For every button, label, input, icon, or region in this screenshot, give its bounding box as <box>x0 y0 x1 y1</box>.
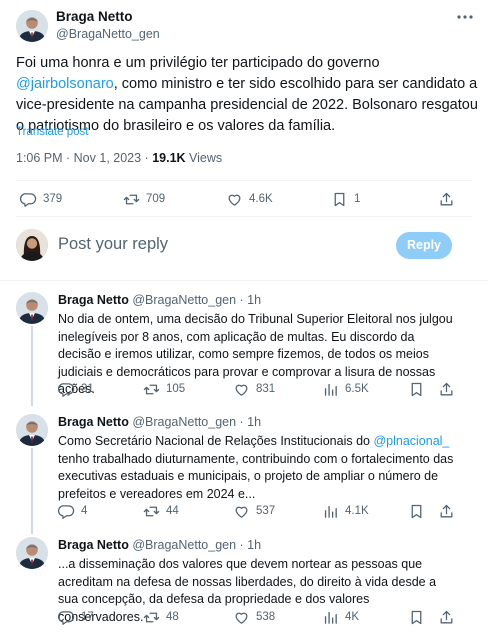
like-button[interactable]: 4.6K <box>226 191 273 208</box>
like-count: 538 <box>256 611 276 623</box>
views-button[interactable]: 4K <box>322 609 359 626</box>
bookmark-icon <box>411 382 422 397</box>
bookmark-icon <box>411 504 422 519</box>
like-icon <box>235 612 248 624</box>
bookmark-button[interactable] <box>408 503 431 520</box>
views-count: 19.1K <box>152 151 186 165</box>
thread-line <box>31 448 33 534</box>
repost-icon <box>143 384 160 395</box>
reply-input[interactable]: Post your reply <box>58 235 168 254</box>
reply-author-name: Braga Netto <box>58 415 129 429</box>
views-count: 4.1K <box>345 505 369 517</box>
reply-count: 379 <box>43 193 63 205</box>
post-meta: 1:06 PM · Nov 1, 2023 · 19.1K Views <box>16 151 222 165</box>
reply-author-name: Braga Netto <box>58 538 129 552</box>
views-label: Views <box>185 151 223 165</box>
divider <box>0 280 488 281</box>
reply-author-name: Braga Netto <box>58 293 129 307</box>
reply-icon <box>20 193 37 207</box>
like-count: 4.6K <box>249 193 273 205</box>
reply-icon <box>58 611 75 625</box>
repost-button[interactable]: 105 <box>143 381 185 398</box>
views-count: 6.5K <box>345 383 369 395</box>
post-text: Foi uma honra e um privilégio ter partic… <box>16 53 480 137</box>
reply-author[interactable]: Braga Netto @BragaNetto_gen · 1h <box>58 538 261 552</box>
divider <box>16 216 472 217</box>
reply-button[interactable]: 4 <box>58 503 87 520</box>
reply-avatar[interactable] <box>16 292 48 324</box>
reply-author[interactable]: Braga Netto @BragaNetto_gen · 1h <box>58 415 261 429</box>
views-button[interactable]: 4.1K <box>322 503 369 520</box>
repost-button[interactable]: 44 <box>143 503 179 520</box>
repost-count: 48 <box>166 611 179 623</box>
reply-text-part: tenho trabalhado diuturnamente, contribu… <box>58 451 454 501</box>
bookmark-icon <box>334 192 345 207</box>
like-count: 831 <box>256 383 276 395</box>
post-timestamp[interactable]: 1:06 PM · Nov 1, 2023 · <box>16 151 152 165</box>
like-icon <box>228 194 241 206</box>
repost-count: 105 <box>166 383 186 395</box>
bookmark-icon <box>411 610 422 625</box>
bookmark-button[interactable] <box>408 609 431 626</box>
like-count: 537 <box>256 505 276 517</box>
reply-handle-time: @BragaNetto_gen · 1h <box>132 293 262 307</box>
reply-button[interactable]: 17 <box>58 609 94 626</box>
share-button[interactable] <box>438 609 461 626</box>
thread-line <box>31 326 33 406</box>
reply-author[interactable]: Braga Netto @BragaNetto_gen · 1h <box>58 293 261 307</box>
like-button[interactable]: 537 <box>233 503 275 520</box>
like-button[interactable]: 538 <box>233 609 275 626</box>
share-button[interactable] <box>438 191 461 208</box>
reply-handle-time: @BragaNetto_gen · 1h <box>132 538 262 552</box>
repost-count: 709 <box>146 193 166 205</box>
like-button[interactable]: 831 <box>233 381 275 398</box>
views-count: 4K <box>345 611 360 623</box>
like-icon <box>235 384 248 396</box>
bookmark-button[interactable]: 1 <box>331 191 360 208</box>
share-icon <box>440 610 453 624</box>
views-icon <box>324 505 337 518</box>
share-icon <box>440 192 453 206</box>
bookmark-count: 1 <box>354 193 361 205</box>
repost-button[interactable]: 48 <box>143 609 179 626</box>
reply-count: 31 <box>81 383 94 395</box>
mention-link[interactable]: @jairbolsonaro <box>16 76 114 92</box>
divider <box>16 180 472 181</box>
reply-icon <box>58 505 75 519</box>
share-button[interactable] <box>438 381 461 398</box>
reply-button[interactable]: 31 <box>58 381 94 398</box>
post-author: Braga Netto @BragaNetto_gen <box>16 8 474 44</box>
bookmark-button[interactable] <box>408 381 431 398</box>
translate-link[interactable]: Translate post <box>16 126 88 138</box>
mention-link[interactable]: @plnacional_ <box>373 434 449 448</box>
reply-submit-button[interactable]: Reply <box>396 232 452 259</box>
repost-icon <box>123 194 140 205</box>
reply-text: Como Secretário Nacional de Relações Ins… <box>58 433 458 503</box>
reply-count: 4 <box>81 505 88 517</box>
share-icon <box>440 504 453 518</box>
reply-avatar[interactable] <box>16 537 48 569</box>
like-icon <box>235 506 248 518</box>
repost-icon <box>143 612 160 623</box>
share-icon <box>440 382 453 396</box>
user-avatar[interactable] <box>16 229 48 261</box>
repost-icon <box>143 506 160 517</box>
reply-handle-time: @BragaNetto_gen · 1h <box>132 415 262 429</box>
repost-count: 44 <box>166 505 179 517</box>
more-icon[interactable] <box>456 10 474 24</box>
author-avatar[interactable] <box>16 10 48 42</box>
reply-count: 17 <box>81 611 94 623</box>
views-icon <box>324 611 337 624</box>
share-button[interactable] <box>438 503 461 520</box>
repost-button[interactable]: 709 <box>123 191 165 208</box>
reply-icon <box>58 383 75 397</box>
post-text-part: Foi uma honra e um privilégio ter partic… <box>16 55 380 71</box>
reply-avatar[interactable] <box>16 414 48 446</box>
reply-text-part: Como Secretário Nacional de Relações Ins… <box>58 434 374 448</box>
reply-button[interactable]: 379 <box>20 191 62 208</box>
author-name[interactable]: Braga Netto <box>56 9 133 24</box>
author-handle[interactable]: @BragaNetto_gen <box>56 27 160 41</box>
views-icon <box>324 383 337 396</box>
views-button[interactable]: 6.5K <box>322 381 369 398</box>
